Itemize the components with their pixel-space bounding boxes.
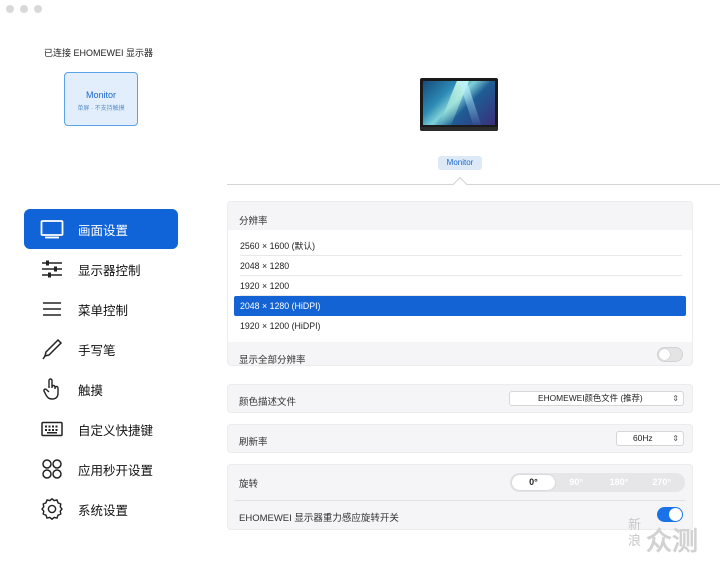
sidebar-item-label: 触摸 [78,383,104,398]
sidebar-item-label: 应用秒开设置 [78,463,154,478]
keyboard-icon [40,417,64,441]
zoom-dot[interactable] [34,5,42,13]
rotation-option-180[interactable]: 180° [598,475,641,490]
app-window: 已连接 EHOMEWEI 显示器 Monitor 单屏 · 不支持触摸 Moni… [0,0,720,564]
close-dot[interactable] [6,5,14,13]
show-all-resolutions-toggle[interactable] [657,347,683,362]
display-icon [40,217,64,241]
rotation-panel: 旋转 0° 90° 180° 270° EHOMEWEI 显示器重力感应旋转开关 [227,464,693,530]
divider-notch [452,176,468,192]
sidebar-item-custom-shortcuts[interactable]: 自定义快捷键 [24,409,178,449]
sidebar-item-label: 手写笔 [78,343,116,358]
watermark-small: 新浪 [628,517,642,548]
refresh-rate-select[interactable]: 60Hz ⇕ [616,431,684,446]
connected-display-label: 已连接 EHOMEWEI 显示器 [44,48,154,58]
chevron-updown-icon: ⇕ [672,434,679,443]
menu-lines-icon [40,297,64,321]
pen-icon [40,337,64,361]
minimize-dot[interactable] [20,5,28,13]
sidebar-item-display-settings[interactable]: 画面设置 [24,209,178,249]
monitor-card[interactable]: Monitor 单屏 · 不支持触摸 [64,72,138,126]
sidebar-item-app-quick-launch[interactable]: 应用秒开设置 [24,449,178,489]
resolution-option[interactable]: 1920 × 1200 [234,276,686,296]
rotation-title: 旋转 [239,479,259,490]
sidebar-item-label: 画面设置 [78,223,129,238]
monitor-tab[interactable]: Monitor [438,156,482,170]
monitor-card-name: Monitor [85,90,116,100]
sliders-icon [40,257,64,281]
monitor-preview-image [420,78,498,131]
resolution-list: 2560 × 1600 (默认) 2048 × 1280 1920 × 1200… [228,230,692,342]
monitor-card-subtitle: 单屏 · 不支持触摸 [77,106,125,112]
color-profile-panel: 颜色描述文件 EHOMEWEI颜色文件 (推荐) ⇕ [227,384,693,413]
resolution-title: 分辨率 [239,216,268,227]
color-profile-title: 颜色描述文件 [239,397,297,408]
sidebar-item-system-settings[interactable]: 系统设置 [24,489,178,529]
resolution-option[interactable]: 2048 × 1280 [234,256,686,276]
resolution-option[interactable]: 1920 × 1200 (HiDPI) [234,316,686,336]
touch-hand-icon [40,377,64,401]
rotation-divider [234,500,686,501]
rotation-segmented-control[interactable]: 0° 90° 180° 270° [510,473,685,492]
sidebar-item-monitor-control[interactable]: 显示器控制 [24,249,178,289]
resolution-option[interactable]: 2560 × 1600 (默认) [234,236,686,256]
rotation-option-0[interactable]: 0° [512,475,555,490]
sidebar-item-menu-control[interactable]: 菜单控制 [24,289,178,329]
chevron-updown-icon: ⇕ [672,394,679,403]
section-divider [227,184,720,185]
resolution-panel: 分辨率 2560 × 1600 (默认) 2048 × 1280 1920 × … [227,201,693,366]
window-controls[interactable] [6,5,42,13]
sidebar-item-label: 系统设置 [78,503,129,518]
sidebar-item-label: 显示器控制 [78,263,141,278]
refresh-rate-panel: 刷新率 60Hz ⇕ [227,424,693,453]
sidebar-item-label: 自定义快捷键 [78,423,154,438]
rotation-option-270[interactable]: 270° [640,475,683,490]
sidebar-item-stylus[interactable]: 手写笔 [24,329,178,369]
rotation-option-90[interactable]: 90° [555,475,598,490]
color-profile-select[interactable]: EHOMEWEI颜色文件 (推荐) ⇕ [509,391,684,406]
watermark: 新浪 众测 [628,515,718,559]
resolution-option-selected[interactable]: 2048 × 1280 (HiDPI) [234,296,686,316]
gear-icon [40,497,64,521]
refresh-rate-title: 刷新率 [239,437,268,448]
gravity-rotation-label: EHOMEWEI 显示器重力感应旋转开关 [239,513,399,524]
show-all-resolutions-label: 显示全部分辨率 [239,355,306,366]
apps-grid-icon [40,457,64,481]
sidebar-item-touch[interactable]: 触摸 [24,369,178,409]
sidebar: 画面设置 显示器控制 菜单控制 手写笔 触摸 自定义快捷键 应用秒开设置 系统设… [24,209,178,529]
watermark-big: 众测 [646,526,699,556]
sidebar-item-label: 菜单控制 [78,303,129,318]
